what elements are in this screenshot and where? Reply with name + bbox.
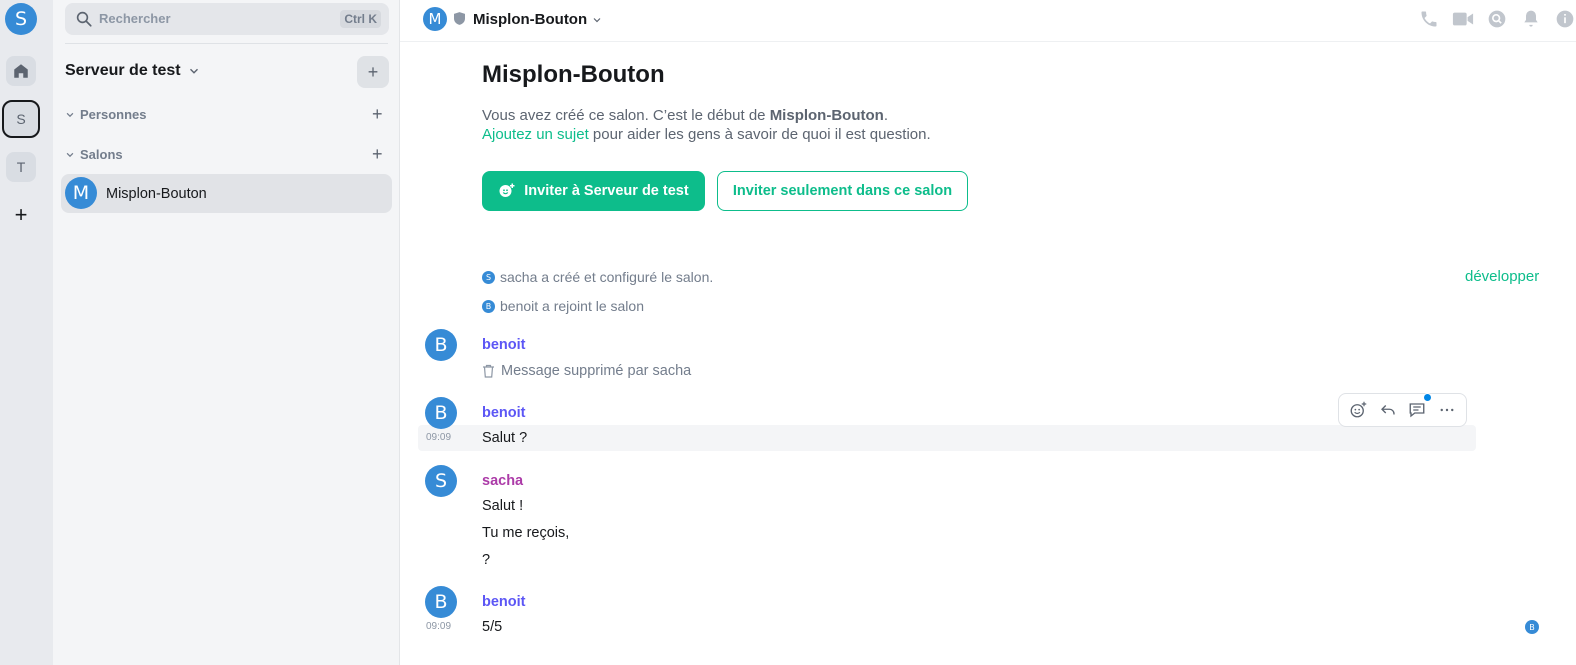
video-icon [1452,12,1474,26]
create-space-button[interactable]: + [10,202,32,227]
intro-text: . [883,107,888,124]
message-body: Tu me reçois, [482,525,570,541]
message-timestamp[interactable]: 09:09 [426,432,451,443]
chevron-down-icon [189,68,198,74]
event-text: benoit a rejoint le salon [500,298,644,314]
search-icon [1488,10,1506,28]
chevron-down-icon [66,152,74,157]
section-salons[interactable]: Salons [65,147,123,162]
message-action-bar [1338,393,1467,427]
room-name: Misplon-Bouton [106,186,207,202]
read-receipt-avatar[interactable]: B [1525,620,1539,634]
avatar[interactable]: S [425,465,457,497]
room-title: Misplon-Bouton [473,11,588,28]
section-label: Salons [80,147,123,162]
add-room-button[interactable]: + [357,56,389,88]
message-row-hover[interactable] [418,425,1476,451]
bell-icon [1524,10,1538,27]
more-options-button[interactable] [1436,399,1458,421]
search-box[interactable]: Rechercher Ctrl K [65,3,389,35]
notifications-button[interactable] [1520,8,1542,30]
react-button[interactable] [1347,399,1369,421]
search-shortcut: Ctrl K [340,10,381,28]
message-body: ? [482,552,491,568]
ellipsis-icon [1440,408,1454,412]
server-name-menu[interactable]: Serveur de test [65,62,201,80]
space-bar: S S T + [0,0,53,665]
add-topic-link[interactable]: Ajoutez un sujet [482,126,589,143]
thread-icon [1409,403,1425,418]
avatar[interactable]: B [425,586,457,618]
intro-text: Vous avez créé ce salon. C’est le début … [482,107,770,124]
trash-icon [483,364,494,378]
avatar[interactable]: B [425,329,457,361]
room-list-panel: Rechercher Ctrl K Serveur de test + Pers… [53,0,400,665]
sender-name[interactable]: benoit [482,337,526,353]
event-text: sacha a créé et configuré le salon. [500,269,714,285]
chevron-down-icon [593,17,601,22]
space-s-button[interactable]: S [2,100,40,138]
room-info-button[interactable] [1554,8,1576,30]
room-intro-heading: Misplon-Bouton [482,61,665,88]
room-header-title[interactable]: Misplon-Bouton [473,11,603,28]
intro-text: pour aider les gens à savoir de quoi il … [588,126,931,143]
home-icon [14,64,28,78]
section-label: Personnes [80,107,147,122]
avatar: S [482,270,495,284]
reply-icon [1380,405,1395,415]
info-icon [1556,10,1574,28]
thread-button[interactable] [1406,393,1433,421]
room-search-button[interactable] [1486,8,1508,30]
event-member-joined: B benoit a rejoint le salon [482,298,644,314]
user-avatar[interactable]: S [5,3,37,35]
header-actions [1418,8,1576,30]
notification-dot [1423,393,1433,402]
search-input[interactable]: Rechercher [99,11,171,26]
chevron-down-icon [66,112,74,117]
message-body: Salut ? [482,430,528,446]
divider [65,43,388,44]
avatar: B [482,299,495,313]
avatar[interactable]: B [425,397,457,429]
add-salon-button[interactable]: + [372,145,383,163]
video-call-button[interactable] [1452,8,1474,30]
message-body: 5/5 [482,619,503,635]
room-header: M Misplon-Bouton [400,0,1576,42]
server-name: Serveur de test [65,62,181,79]
section-personnes[interactable]: Personnes [65,107,146,122]
message-body: Salut ! [482,498,524,514]
sender-name[interactable]: benoit [482,594,526,610]
space-t-button[interactable]: T [6,152,36,182]
invite-to-space-button[interactable]: Inviter à Serveur de test [482,171,705,211]
event-room-created: S sacha a créé et configuré le salon. [482,269,713,285]
invite-to-space-label: Inviter à Serveur de test [524,183,689,199]
reply-button[interactable] [1377,399,1399,421]
sender-name[interactable]: benoit [482,405,526,421]
add-user-icon [499,183,515,197]
deleted-text: Message supprimé par sacha [501,363,692,379]
add-person-button[interactable]: + [372,105,383,123]
sender-name[interactable]: sacha [482,473,523,489]
room-header-avatar[interactable]: M [423,7,447,31]
expand-events-link[interactable]: développer [1465,268,1539,285]
shield-icon [454,12,465,25]
phone-icon [1421,11,1437,27]
voice-call-button[interactable] [1418,8,1440,30]
emoji-icon [1350,401,1367,418]
search-icon [76,11,92,27]
deleted-message: Message supprimé par sacha [482,363,691,379]
room-item-misplon-bouton[interactable]: M Misplon-Bouton [61,174,392,213]
room-intro-text: Vous avez créé ce salon. C’est le début … [482,106,931,144]
invite-to-room-button[interactable]: Inviter seulement dans ce salon [717,171,968,211]
home-space-button[interactable] [6,56,36,86]
message-timestamp[interactable]: 09:09 [426,621,451,632]
room-avatar: M [65,177,97,209]
intro-room-name: Misplon-Bouton [769,107,884,124]
